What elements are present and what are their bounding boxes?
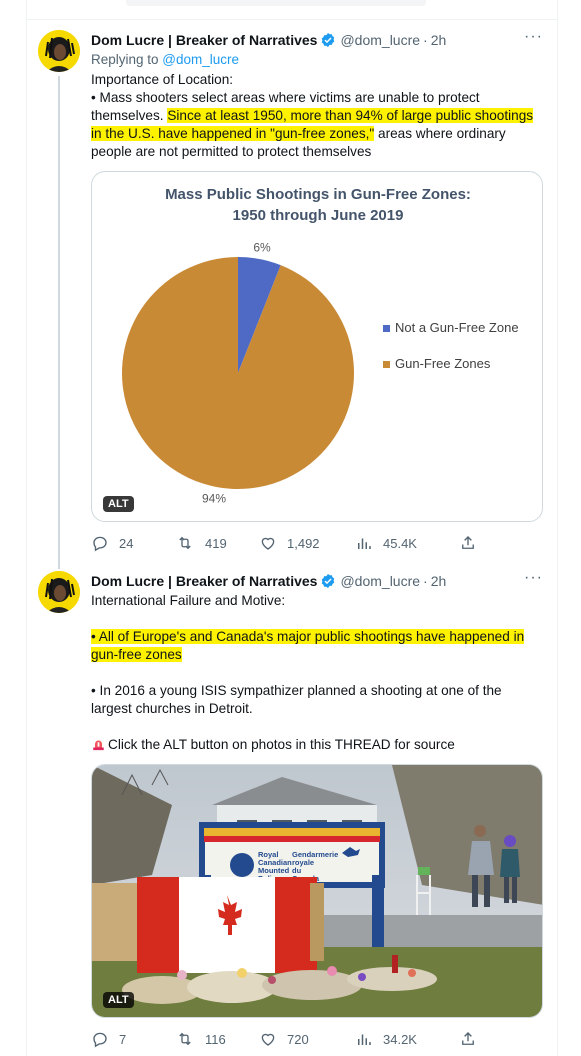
timeline-border-right [557,0,558,1056]
alt-button[interactable]: ALT [103,992,134,1008]
share-icon [462,1032,474,1045]
tweet-paragraph: Click the ALT button on photos in this T… [108,737,455,752]
share-button[interactable] [459,1030,487,1048]
like-icon [261,537,275,550]
reply-count: 24 [119,535,134,551]
replying-to-label: Replying to [91,52,163,67]
timestamp[interactable]: 2h [431,573,447,589]
pie-slice [122,257,355,489]
reply-button[interactable]: 7 [91,1030,175,1048]
retweet-count: 419 [205,535,227,551]
retweet-icon [179,536,191,550]
siren-icon [93,740,104,751]
verified-badge-icon [322,33,335,47]
avatar[interactable] [38,30,80,72]
tweet-line: Importance of Location: [91,72,234,87]
legend-swatch [383,325,390,332]
verified-badge-icon [322,574,335,588]
separator-dot: · [423,573,428,589]
retweet-count: 116 [205,1031,226,1047]
tweet-text: Importance of Location: • Mass shooters … [91,71,543,161]
memorial-photo: Royal Canadian Mounted Police Gendarmeri… [92,765,542,1017]
reply-icon [93,1032,107,1048]
tweet-line: International Failure and Motive: [91,593,286,608]
replying-to-handle[interactable]: @dom_lucre [162,52,239,67]
tweet-1[interactable]: Dom Lucre | Breaker of Narratives @dom_l… [26,20,557,561]
author-handle[interactable]: @dom_lucre [340,32,420,48]
pie-chart: 6% 94% Not a Gun-Free Zone Gun-Free Zones [122,240,519,506]
like-button[interactable]: 1,492 [259,534,355,552]
tweet-actions: 7 116 720 34.2K [91,1029,511,1049]
like-count: 1,492 [287,535,320,551]
legend-label: Not a Gun-Free Zone [395,320,519,335]
more-icon[interactable]: ··· [524,28,543,46]
legend-label: Gun-Free Zones [395,356,491,371]
reply-button[interactable]: 24 [91,534,175,552]
timestamp[interactable]: 2h [431,32,447,48]
more-icon[interactable]: ··· [524,569,543,587]
tweet-paragraph: • In 2016 a young ISIS sympathizer plann… [91,683,502,716]
highlighted-text: • All of Europe's and Canada's major pub… [91,629,525,662]
like-icon [261,1033,275,1046]
tweet-image-photo[interactable]: Royal Canadian Mounted Police Gendarmeri… [91,764,543,1018]
pie-data-label: 6% [253,240,271,254]
retweet-icon [179,1032,191,1046]
views-button[interactable]: 34.2K [355,1030,459,1048]
avatar[interactable] [38,571,80,613]
views-icon [358,538,371,549]
alt-button[interactable]: ALT [103,496,134,512]
pie-data-label: 94% [202,492,226,506]
tweet-actions: 24 419 1,492 45.4K [91,533,511,553]
share-button[interactable] [459,534,487,552]
author-handle[interactable]: @dom_lucre [340,573,420,589]
retweet-button[interactable]: 116 [175,1030,259,1048]
retweet-button[interactable]: 419 [175,534,259,552]
like-button[interactable]: 720 [259,1030,355,1048]
tweet-2[interactable]: Dom Lucre | Breaker of Narratives @dom_l… [26,561,557,1056]
replying-to: Replying to @dom_lucre [91,52,239,67]
author-name[interactable]: Dom Lucre | Breaker of Narratives [91,32,317,48]
legend-swatch [383,361,390,368]
views-count: 45.4K [383,535,417,551]
thread-connector [58,561,60,569]
share-icon [462,536,474,549]
tweet-text: International Failure and Motive: • All … [91,592,543,754]
views-button[interactable]: 45.4K [355,534,459,552]
thread-connector [58,76,60,561]
tweet-image-chart[interactable]: Mass Public Shootings in Gun-Free Zones:… [91,171,543,522]
like-count: 720 [287,1031,309,1047]
views-count: 34.2K [383,1031,417,1047]
tweet-header: Dom Lucre | Breaker of Narratives @dom_l… [91,30,446,50]
reply-icon [93,536,107,552]
views-icon [358,1034,371,1045]
separator-dot: · [423,32,428,48]
previous-tweet-edge [26,0,557,20]
author-name[interactable]: Dom Lucre | Breaker of Narratives [91,573,317,589]
tweet-header: Dom Lucre | Breaker of Narratives @dom_l… [91,571,446,591]
reply-count: 7 [119,1031,127,1047]
